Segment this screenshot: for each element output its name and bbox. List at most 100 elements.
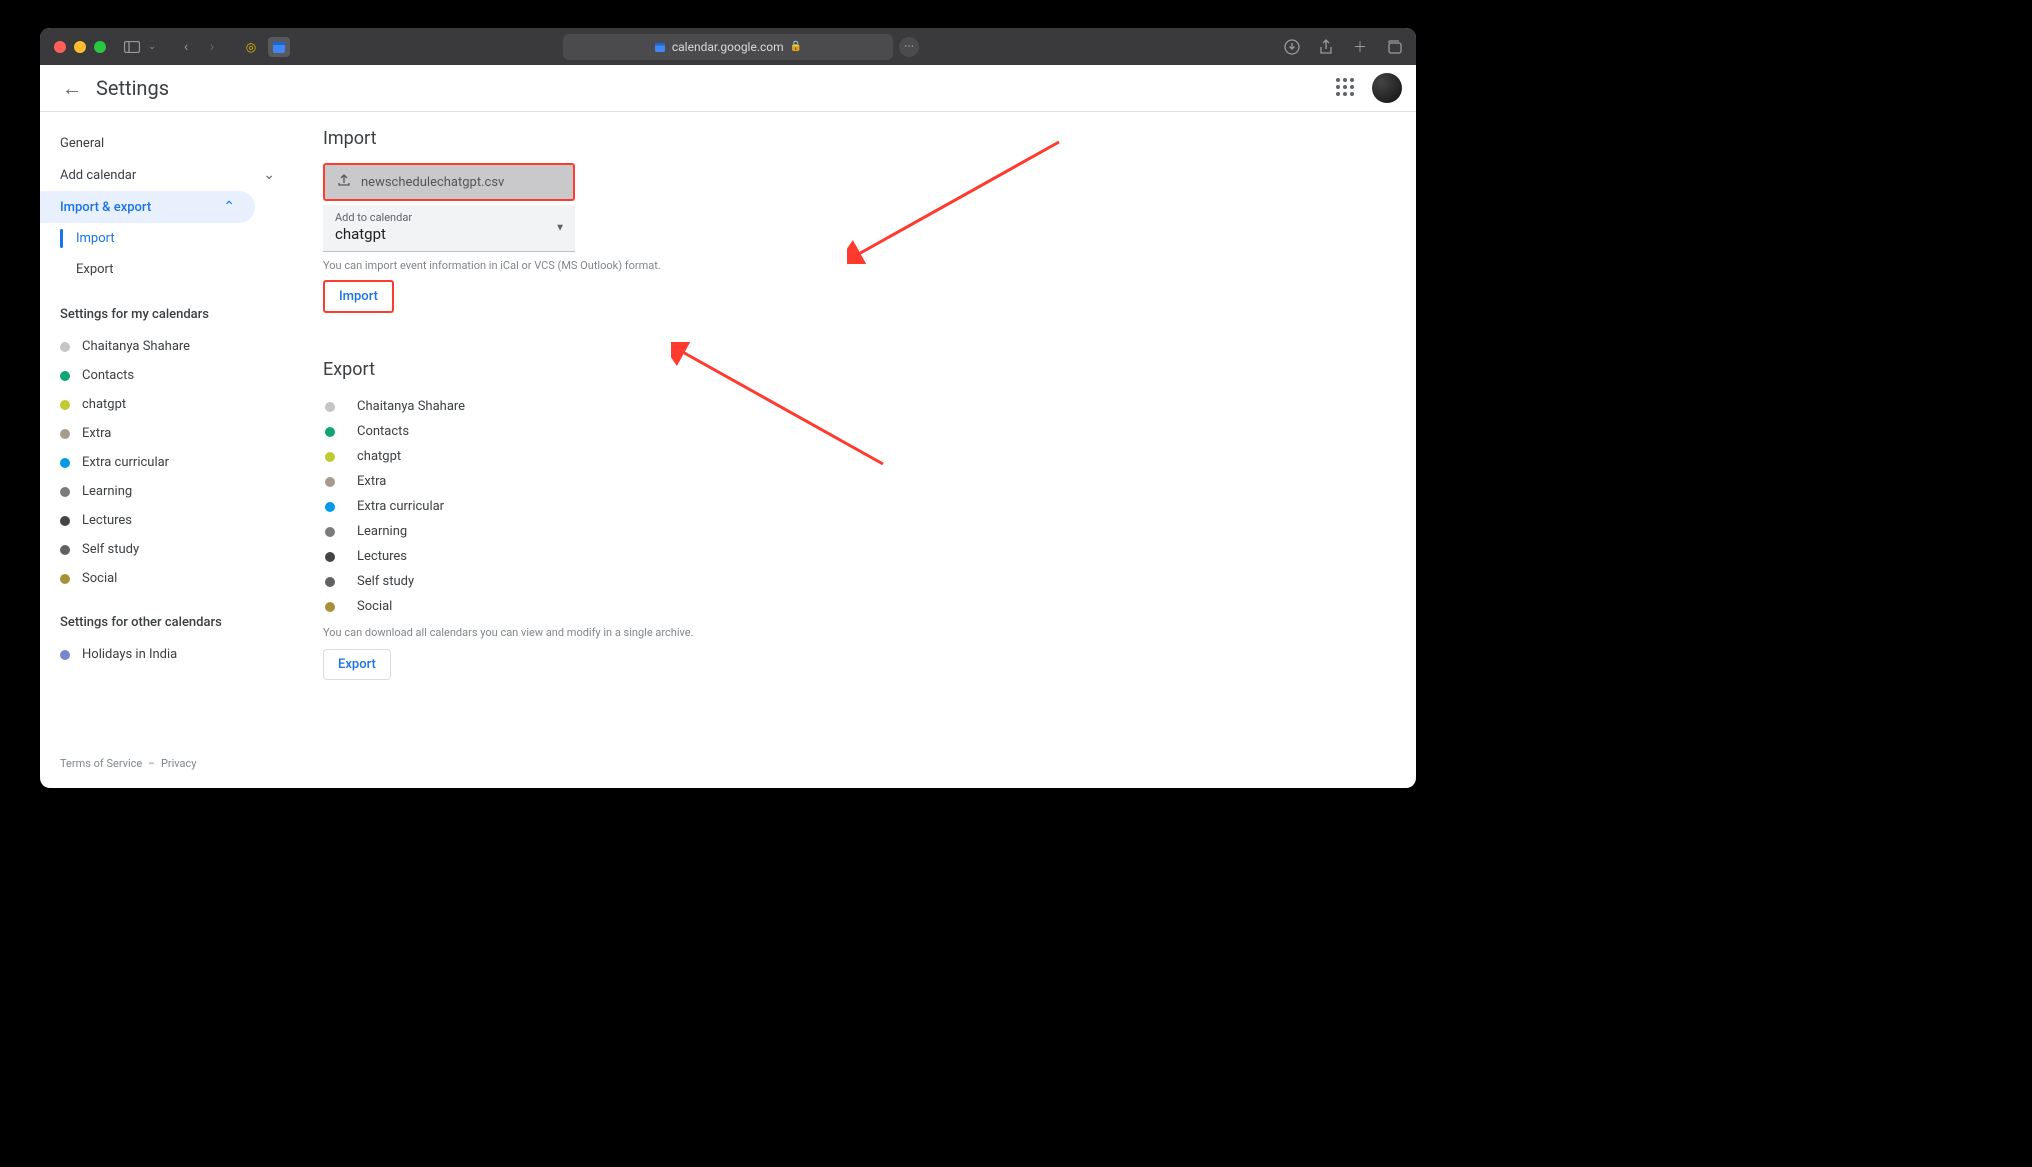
calendar-color-dot	[60, 574, 70, 584]
export-calendar-item[interactable]: Learning	[323, 519, 1388, 544]
sidebar-sub-import[interactable]: Import	[40, 223, 295, 254]
export-calendar-item[interactable]: Social	[323, 594, 1388, 619]
tab-icon-1[interactable]: ◎	[240, 37, 262, 57]
calendar-label: Social	[82, 571, 117, 586]
window-controls[interactable]	[54, 41, 106, 53]
calendar-color-dot	[325, 427, 335, 437]
calendar-label: chatgpt	[82, 397, 126, 412]
sidebar-calendar-item[interactable]: Extra curricular	[40, 448, 295, 477]
tos-link[interactable]: Terms of Service	[60, 757, 142, 770]
close-window-icon[interactable]	[54, 41, 66, 53]
calendar-label: Extra curricular	[357, 499, 444, 514]
sidebar-dropdown-icon[interactable]: ⌄	[144, 39, 160, 55]
google-apps-icon[interactable]	[1336, 78, 1356, 98]
sidebar-my-calendars-header: Settings for my calendars	[40, 285, 295, 332]
browser-toolbar: ⌄ ‹ › ◎ calendar.google.com 🔒 ⋯	[40, 28, 1416, 65]
privacy-link[interactable]: Privacy	[161, 757, 197, 770]
url-text: calendar.google.com	[672, 40, 784, 54]
sidebar-add-calendar-label: Add calendar	[60, 168, 136, 183]
calendar-label: Extra curricular	[82, 455, 169, 470]
share-icon[interactable]	[1318, 39, 1334, 55]
app-header: ← Settings	[40, 65, 1416, 112]
calendar-color-dot	[325, 602, 335, 612]
sidebar-sub-export-label: Export	[76, 262, 114, 277]
export-calendar-item[interactable]: Extra curricular	[323, 494, 1388, 519]
calendar-color-dot	[60, 342, 70, 352]
file-upload-field[interactable]: newschedulechatgpt.csv	[323, 163, 575, 201]
sidebar-calendar-item[interactable]: Extra	[40, 419, 295, 448]
calendar-color-dot	[325, 452, 335, 462]
import-button[interactable]: Import	[323, 280, 394, 313]
calendar-color-dot	[325, 552, 335, 562]
minimize-window-icon[interactable]	[74, 41, 86, 53]
sidebar-calendar-item[interactable]: chatgpt	[40, 390, 295, 419]
export-calendar-item[interactable]: Lectures	[323, 544, 1388, 569]
calendar-label: Self study	[82, 542, 139, 557]
sidebar-general[interactable]: General	[40, 128, 295, 159]
sidebar-calendar-item[interactable]: Self study	[40, 535, 295, 564]
sidebar-toggle-icon[interactable]	[124, 39, 140, 55]
safari-window: ⌄ ‹ › ◎ calendar.google.com 🔒 ⋯	[40, 28, 1416, 788]
calendar-label: Extra	[357, 474, 386, 489]
nav-forward-icon[interactable]: ›	[204, 39, 220, 55]
nav-back-icon[interactable]: ‹	[178, 39, 194, 55]
sidebar-calendar-item[interactable]: Contacts	[40, 361, 295, 390]
calendar-label: Social	[357, 599, 392, 614]
upload-icon	[337, 173, 351, 191]
calendar-label: Self study	[357, 574, 414, 589]
calendar-label: Chaitanya Shahare	[82, 339, 190, 354]
calendar-label: Learning	[82, 484, 132, 499]
lock-icon: 🔒	[790, 41, 802, 52]
calendar-color-dot	[60, 487, 70, 497]
dropdown-label: Add to calendar	[335, 211, 563, 224]
calendar-color-dot	[60, 650, 70, 660]
export-calendar-item[interactable]: Chaitanya Shahare	[323, 394, 1388, 419]
sidebar-calendar-item[interactable]: Learning	[40, 477, 295, 506]
calendar-color-dot	[60, 516, 70, 526]
url-actions-icon[interactable]: ⋯	[899, 37, 919, 57]
site-favicon-icon	[654, 41, 666, 53]
export-calendar-item[interactable]: Self study	[323, 569, 1388, 594]
export-hint: You can download all calendars you can v…	[323, 626, 1388, 639]
calendar-label: Chaitanya Shahare	[357, 399, 465, 414]
settings-sidebar: General Add calendar ⌄ Import & export ⌃…	[40, 112, 295, 788]
calendar-color-dot	[60, 429, 70, 439]
sidebar-sub-export[interactable]: Export	[40, 254, 295, 285]
tabs-overview-icon[interactable]	[1386, 39, 1402, 55]
export-calendar-item[interactable]: Contacts	[323, 419, 1388, 444]
export-button-label: Export	[338, 657, 376, 672]
export-button[interactable]: Export	[323, 649, 391, 680]
settings-back-icon[interactable]: ←	[54, 72, 90, 105]
calendar-label: chatgpt	[357, 449, 401, 464]
maximize-window-icon[interactable]	[94, 41, 106, 53]
add-to-calendar-dropdown[interactable]: Add to calendar chatgpt ▼	[323, 205, 575, 252]
calendar-color-dot	[325, 402, 335, 412]
sidebar-calendar-item[interactable]: Lectures	[40, 506, 295, 535]
sidebar-import-export[interactable]: Import & export ⌃	[40, 191, 255, 223]
calendar-label: Contacts	[82, 368, 134, 383]
sidebar-calendar-item[interactable]: Social	[40, 564, 295, 593]
new-tab-icon[interactable]: ＋	[1352, 39, 1368, 55]
sidebar-add-calendar[interactable]: Add calendar ⌄	[40, 159, 295, 191]
downloads-icon[interactable]	[1284, 39, 1300, 55]
calendar-label: Lectures	[82, 513, 132, 528]
url-bar[interactable]: calendar.google.com 🔒 ⋯	[563, 34, 893, 60]
footer-links: Terms of Service – Privacy	[40, 747, 295, 780]
annotation-arrow-1	[847, 134, 1067, 264]
tab-icon-calendar[interactable]	[268, 37, 290, 57]
sidebar-other-calendars-header: Settings for other calendars	[40, 593, 295, 640]
sidebar-calendar-item[interactable]: Holidays in India	[40, 640, 295, 669]
import-hint: You can import event information in iCal…	[323, 259, 1388, 272]
export-calendar-item[interactable]: Extra	[323, 469, 1388, 494]
calendar-label: Extra	[82, 426, 111, 441]
export-calendar-item[interactable]: chatgpt	[323, 444, 1388, 469]
calendar-color-dot	[325, 477, 335, 487]
import-button-label: Import	[339, 289, 378, 304]
uploaded-filename: newschedulechatgpt.csv	[361, 175, 504, 190]
chevron-down-icon: ⌄	[263, 167, 275, 183]
chevron-up-icon: ⌃	[223, 199, 235, 215]
calendar-color-dot	[60, 458, 70, 468]
account-avatar[interactable]	[1372, 73, 1402, 103]
sidebar-calendar-item[interactable]: Chaitanya Shahare	[40, 332, 295, 361]
import-section-title: Import	[323, 128, 1388, 149]
